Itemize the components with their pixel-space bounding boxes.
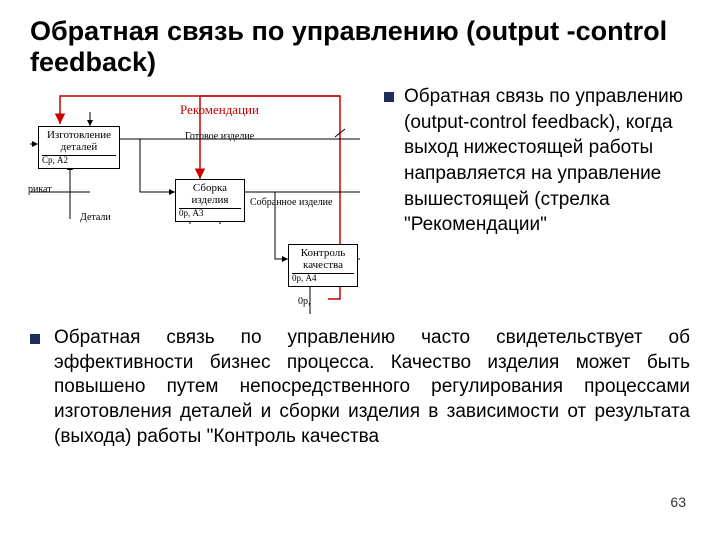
diagram: Рекомендации Изготовление деталей Ср, А2… (30, 84, 370, 314)
page-number: 63 (670, 494, 686, 510)
label-assembled: Собранное изделие (250, 197, 332, 208)
box-a2-text: Изготовление деталей (47, 129, 111, 153)
label-rikat: рикат (28, 184, 52, 195)
box-a2-sub: Ср, А2 (42, 155, 116, 166)
box-a3-text: Сборка изделия (192, 182, 229, 206)
box-a2: Изготовление деталей Ср, А2 (38, 126, 120, 169)
top-bullet-text: Обратная связь по управлению (output-con… (404, 84, 690, 238)
box-a4-text: Контроль качества (301, 247, 345, 271)
label-a4-mech: 0р, (298, 296, 311, 307)
box-a3: Сборка изделия 0р, А3 (175, 179, 245, 222)
label-details: Детали (80, 212, 111, 223)
label-ready-product: Готовое изделие (185, 131, 254, 142)
bullet-icon (30, 334, 40, 344)
recommendation-label: Рекомендации (180, 102, 259, 118)
box-a4-sub: 0р, А4 (292, 273, 354, 284)
box-a3-sub: 0р, А3 (179, 208, 241, 219)
bullet-icon (384, 92, 394, 102)
box-a4: Контроль качества 0р, А4 (288, 244, 358, 287)
bottom-bullet-text: Обратная связь по управлению часто свиде… (54, 326, 690, 449)
slide-title: Обратная связь по управлению (output -co… (30, 16, 690, 78)
